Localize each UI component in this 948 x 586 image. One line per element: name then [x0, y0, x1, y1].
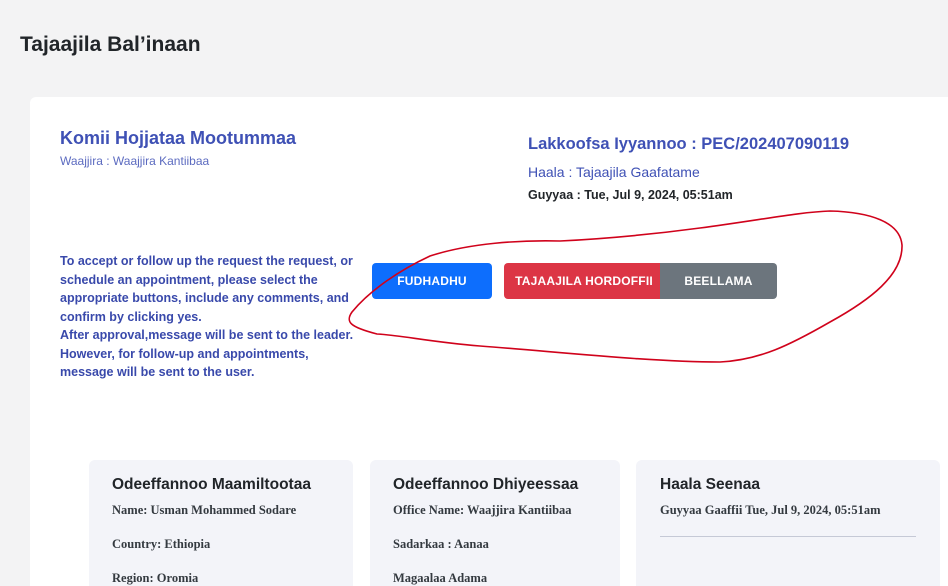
request-date-value: Tue, Jul 9, 2024, 05:51am — [584, 188, 733, 202]
appointment-button[interactable]: BEELLAMA — [660, 263, 777, 299]
request-status: Haala : Tajaajila Gaafatame — [528, 164, 700, 180]
request-date: Guyyaa : Tue, Jul 9, 2024, 05:51am — [528, 188, 733, 202]
instructions-text: To accept or follow up the request the r… — [60, 254, 353, 324]
history-request-date: Guyyaa Gaaffii Tue, Jul 9, 2024, 05:51am — [660, 503, 881, 517]
follow-up-button[interactable]: TAJAAJILA HORDOFFII — [504, 263, 664, 299]
history-card: Haala Seenaa Guyyaa Gaaffii Tue, Jul 9, … — [636, 460, 940, 586]
request-date-label: Guyyaa : — [528, 188, 581, 202]
customer-region: Region: Oromia — [112, 571, 199, 585]
request-number: Lakkoofsa Iyyannoo : PEC/202407090119 — [528, 135, 850, 153]
page-title: Tajaajila Bal’inaan — [20, 33, 201, 56]
customer-info-title: Odeeffannoo Maamiltootaa — [112, 476, 311, 493]
office-name: Office Name: Waajjira Kantiibaa — [393, 503, 572, 517]
instructions: To accept or follow up the request the r… — [60, 252, 355, 382]
office-city: Magaalaa Adama — [393, 571, 488, 585]
history-divider — [660, 536, 916, 537]
organization-name: Komii Hojjataa Mootummaa — [60, 128, 297, 148]
customer-info-card: Odeeffannoo Maamiltootaa Name: Usman Moh… — [89, 460, 353, 586]
customer-name: Name: Usman Mohammed Sodare — [112, 503, 297, 517]
office-info-card: Odeeffannoo Dhiyeessaa Office Name: Waaj… — [370, 460, 620, 586]
accept-button[interactable]: FUDHADHU — [372, 263, 492, 299]
office-sector: Sadarkaa : Aanaa — [393, 537, 489, 551]
instructions-note: After approval,message will be sent to t… — [60, 328, 354, 379]
customer-country: Country: Ethiopia — [112, 537, 211, 551]
history-title: Haala Seenaa — [660, 476, 760, 493]
office-info-title: Odeeffannoo Dhiyeessaa — [393, 476, 579, 493]
organization-office: Waajjira : Waajjira Kantiibaa — [60, 154, 210, 168]
